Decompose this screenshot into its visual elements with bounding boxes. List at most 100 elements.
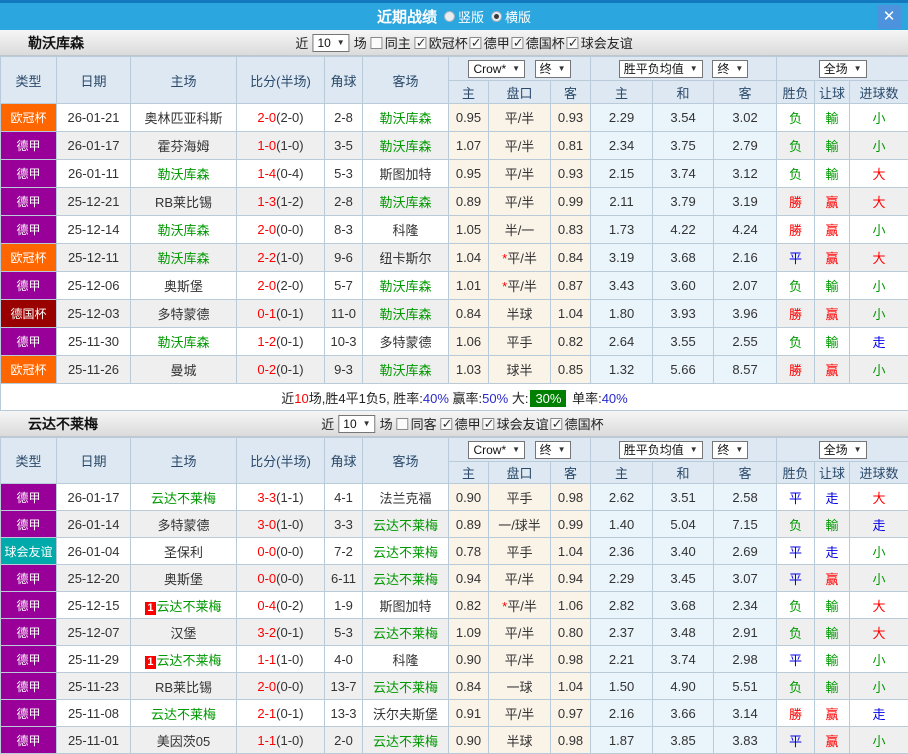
col-header-corners: 角球	[325, 438, 363, 484]
matches-table-leverkusen: 类型 日期 主场 比分(半场) 角球 客场 Crow*▼ 终▼ 胜平负均值▼ 终…	[0, 56, 908, 411]
chevron-down-icon: ▼	[558, 62, 566, 76]
chevron-down-icon: ▼	[690, 443, 698, 457]
match-date: 26-01-11	[57, 160, 131, 188]
fullmatch-select[interactable]: 全场▼	[819, 60, 867, 78]
fulltime-score: 0-4	[257, 598, 276, 613]
fulltime-score: 2-0	[257, 679, 276, 694]
checkbox-icon[interactable]	[483, 418, 495, 430]
same-venue-filter[interactable]: 同主	[371, 33, 411, 52]
summary-segment: 单率:	[568, 391, 601, 406]
handicap-label: 平/半	[505, 139, 535, 154]
away-team: 科隆	[363, 646, 449, 673]
checkbox-icon[interactable]	[371, 37, 383, 49]
close-button[interactable]: ✕	[877, 5, 901, 29]
league-badge: 德甲	[1, 328, 57, 356]
result-wdl: 负	[777, 272, 815, 300]
fulltime-score: 2-0	[257, 278, 276, 293]
league-badge: 德甲	[1, 565, 57, 592]
corners: 2-8	[325, 104, 363, 132]
halftime-score: (0-1)	[276, 334, 303, 349]
match-date: 25-12-20	[57, 565, 131, 592]
halftime-score: (1-1)	[276, 490, 303, 505]
match-count-select[interactable]: 10 ▼	[338, 415, 375, 433]
subcol-avg-away: 客	[714, 81, 777, 104]
col-header-type: 类型	[1, 57, 57, 104]
layout-vertical-radio[interactable]: 竖版	[444, 7, 484, 26]
match-date: 25-11-30	[57, 328, 131, 356]
away-team: 勒沃库森	[363, 272, 449, 300]
radio-horizontal-label: 横版	[505, 7, 531, 26]
checkbox-icon[interactable]	[512, 37, 524, 49]
league-badge: 德甲	[1, 216, 57, 244]
same-venue-filter[interactable]: 同客	[397, 414, 437, 433]
summary-segment: 大:	[508, 391, 528, 406]
final-odds-select[interactable]: 终▼	[535, 60, 571, 78]
avg-home: 1.40	[591, 511, 653, 538]
chevron-down-icon: ▼	[558, 443, 566, 457]
odds-home: 0.90	[449, 727, 489, 754]
radio-unselected-icon[interactable]	[444, 11, 455, 22]
checkbox-icon[interactable]	[415, 37, 427, 49]
final-avg-select[interactable]: 终▼	[712, 441, 748, 459]
handicap-label: 平/半	[505, 111, 535, 126]
odds-away: 0.80	[551, 619, 591, 646]
result-goals: 走	[850, 511, 908, 538]
score: 1-1(1-0)	[237, 646, 325, 673]
corners: 2-8	[325, 188, 363, 216]
handicap-label: 平/半	[505, 626, 535, 641]
final-avg-select[interactable]: 终▼	[712, 60, 748, 78]
odds-group-header: Crow*▼ 终▼	[449, 57, 591, 81]
result-handicap: 輸	[815, 104, 850, 132]
handicap: 平/半	[489, 646, 551, 673]
home-team: 汉堡	[131, 619, 237, 646]
home-team: 1云达不莱梅	[131, 646, 237, 673]
checkbox-icon[interactable]	[397, 418, 409, 430]
final-odds-select[interactable]: 终▼	[535, 441, 571, 459]
halftime-score: (1-0)	[276, 517, 303, 532]
checkbox-icon[interactable]	[470, 37, 482, 49]
odds-home: 1.03	[449, 356, 489, 384]
league-filter[interactable]: 德国杯	[551, 414, 604, 433]
chevron-down-icon: ▼	[363, 417, 371, 431]
avg-home: 1.32	[591, 356, 653, 384]
result-wdl: 负	[777, 132, 815, 160]
match-count-select[interactable]: 10 ▼	[312, 34, 349, 52]
league-filter[interactable]: 球会友谊	[483, 414, 549, 433]
odds-home: 0.95	[449, 104, 489, 132]
checkbox-icon[interactable]	[441, 418, 453, 430]
halftime-score: (0-2)	[276, 598, 303, 613]
avg-odds-select[interactable]: 胜平负均值▼	[619, 60, 703, 78]
avg-odds-select[interactable]: 胜平负均值▼	[619, 441, 703, 459]
away-team: 斯图加特	[363, 592, 449, 619]
league-filter[interactable]: 德甲	[470, 33, 510, 52]
result-handicap: 輸	[815, 673, 850, 700]
odds-source-select[interactable]: Crow*▼	[468, 441, 525, 459]
handicap: 平/半	[489, 565, 551, 592]
league-filter[interactable]: 德甲	[441, 414, 481, 433]
layout-horizontal-radio[interactable]: 横版	[491, 7, 531, 26]
result-goals: 大	[850, 188, 908, 216]
avg-home: 1.73	[591, 216, 653, 244]
section-bar-leverkusen: 勒沃库森 近 10 ▼ 场 同主 欧冠杯德甲德国杯球会友谊	[0, 30, 908, 56]
league-filter-label: 球会友谊	[581, 33, 633, 52]
radio-selected-icon[interactable]	[491, 11, 502, 22]
home-team: RB莱比锡	[131, 188, 237, 216]
fullmatch-value: 全场	[824, 62, 848, 76]
league-badge: 德甲	[1, 700, 57, 727]
league-filter[interactable]: 德国杯	[512, 33, 565, 52]
radio-vertical-label: 竖版	[458, 7, 484, 26]
handicap: 半球	[489, 300, 551, 328]
odds-source-select[interactable]: Crow*▼	[468, 60, 525, 78]
result-handicap: 赢	[815, 356, 850, 384]
league-filter[interactable]: 欧冠杯	[415, 33, 468, 52]
checkbox-icon[interactable]	[551, 418, 563, 430]
league-filter[interactable]: 球会友谊	[567, 33, 633, 52]
avg-home: 1.80	[591, 300, 653, 328]
fullmatch-select[interactable]: 全场▼	[819, 441, 867, 459]
checkbox-icon[interactable]	[567, 37, 579, 49]
score: 2-0(0-0)	[237, 216, 325, 244]
filter-controls: 近 10 ▼ 场 同主 欧冠杯德甲德国杯球会友谊	[295, 30, 632, 55]
match-date: 26-01-04	[57, 538, 131, 565]
avg-away: 2.98	[714, 646, 777, 673]
window-title: 近期战绩	[377, 6, 437, 27]
